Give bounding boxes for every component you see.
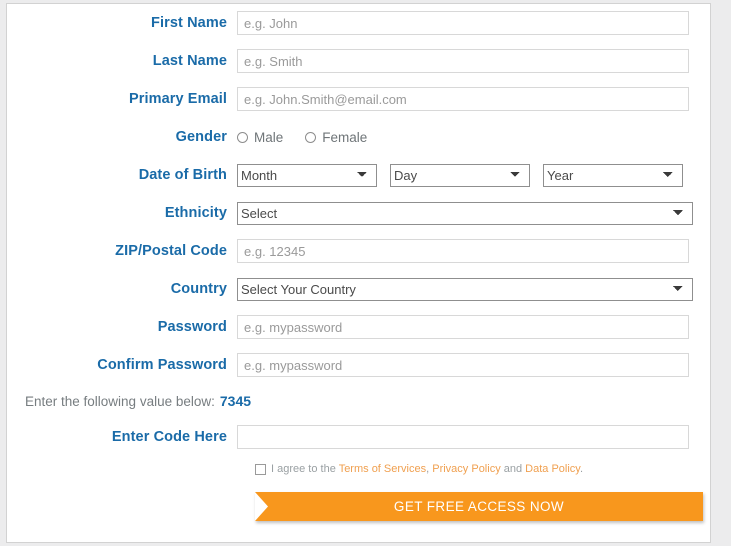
ethnicity-select[interactable]: Select [237, 201, 693, 225]
label-last-name: Last Name [152, 53, 227, 69]
terms-suffix: . [580, 463, 584, 475]
label-ethnicity: Ethnicity [164, 205, 227, 221]
label-country: Country [170, 281, 227, 297]
enter-code-input[interactable] [237, 425, 689, 449]
captcha-prompt-row: Enter the following value below: 7345 [7, 384, 710, 418]
control-gender: Male Female [237, 130, 710, 145]
radio-unchecked-icon-female[interactable] [305, 131, 317, 143]
label-gender: Gender [175, 129, 227, 145]
label-date-of-birth: Date of Birth [138, 167, 227, 183]
control-first-name [237, 11, 710, 35]
form-row-enter-code: Enter Code Here [7, 418, 710, 456]
confirm-password-input[interactable] [237, 353, 689, 377]
submit-button-label: GET FREE ACCESS NOW [393, 499, 565, 514]
submit-row: GET FREE ACCESS NOW [7, 492, 710, 521]
radio-unchecked-icon-male[interactable] [237, 131, 248, 143]
dob-year-select[interactable]: Year [543, 163, 683, 187]
form-row-confirm-password: Confirm Password [7, 346, 710, 384]
gender-label-female: Female [322, 129, 368, 145]
control-date-of-birth: Month Day Year [237, 163, 710, 187]
gender-option-female[interactable]: Female [305, 130, 367, 145]
terms-agreement-row: I agree to the Terms of Services, Privac… [7, 456, 710, 482]
control-confirm-password [237, 353, 710, 377]
captcha-prompt-text: Enter the following value below: [25, 393, 215, 409]
label-zip-postal-code: ZIP/Postal Code [115, 243, 227, 259]
zip-postal-code-input[interactable] [237, 239, 689, 263]
form-row-password: Password [7, 308, 710, 346]
form-row-last-name: Last Name [7, 42, 710, 80]
get-free-access-now-button[interactable]: GET FREE ACCESS NOW [255, 492, 703, 521]
captcha-value: 7345 [219, 393, 252, 409]
label-enter-code: Enter Code Here [111, 429, 227, 445]
form-row-date-of-birth: Date of Birth Month Day Year [7, 156, 710, 194]
form-row-gender: Gender Male Female [7, 118, 710, 156]
form-row-primary-email: Primary Email [7, 80, 710, 118]
terms-of-services-link[interactable]: Terms of Services [339, 463, 426, 475]
password-input[interactable] [237, 315, 689, 339]
control-zip-postal-code [237, 239, 710, 263]
form-field-list: First Name Last Name Primary Email Gende… [7, 4, 710, 521]
label-first-name: First Name [151, 15, 227, 31]
primary-email-input[interactable] [237, 87, 689, 111]
chevron-right-icon [255, 492, 268, 521]
terms-text: I agree to the Terms of Services, Privac… [271, 463, 583, 475]
label-password: Password [157, 319, 227, 335]
form-row-zip-postal-code: ZIP/Postal Code [7, 232, 710, 270]
first-name-input[interactable] [237, 11, 689, 35]
terms-checkbox[interactable] [255, 463, 266, 475]
control-last-name [237, 49, 710, 73]
label-primary-email: Primary Email [128, 91, 227, 107]
privacy-policy-link[interactable]: Privacy Policy [432, 463, 500, 475]
registration-form-panel: First Name Last Name Primary Email Gende… [6, 3, 711, 543]
form-row-first-name: First Name [7, 4, 710, 42]
form-row-country: Country Select Your Country [7, 270, 710, 308]
control-password [237, 315, 710, 339]
data-policy-link[interactable]: Data Policy [525, 463, 580, 475]
country-select[interactable]: Select Your Country [237, 277, 693, 301]
control-enter-code [237, 425, 710, 449]
gender-label-male: Male [254, 129, 284, 145]
label-confirm-password: Confirm Password [97, 357, 227, 373]
form-row-ethnicity: Ethnicity Select [7, 194, 710, 232]
terms-prefix: I agree to the [271, 463, 339, 475]
gender-option-male[interactable]: Male [237, 130, 283, 145]
control-ethnicity: Select [237, 201, 710, 225]
dob-day-select[interactable]: Day [390, 163, 530, 187]
terms-separator-2: and [500, 463, 526, 475]
dob-month-select[interactable]: Month [237, 163, 377, 187]
control-country: Select Your Country [237, 277, 710, 301]
gender-radio-group: Male Female [237, 130, 389, 145]
control-primary-email [237, 87, 710, 111]
last-name-input[interactable] [237, 49, 689, 73]
